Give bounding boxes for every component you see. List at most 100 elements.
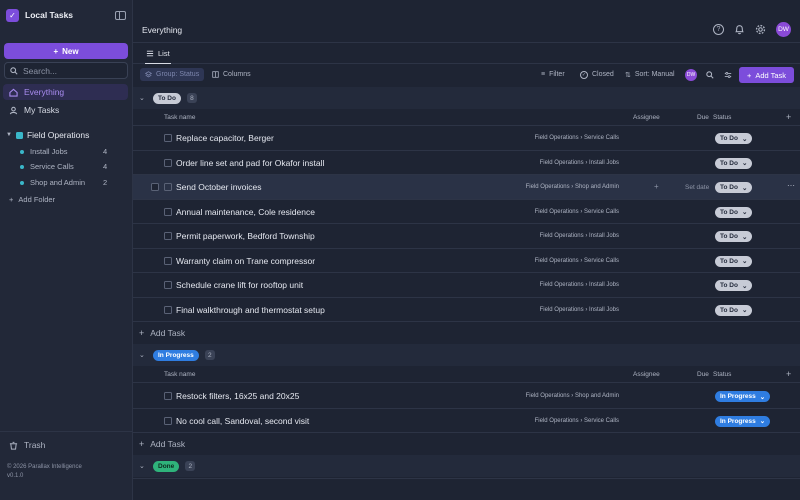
- col-status[interactable]: Status: [713, 371, 731, 378]
- add-assignee-icon[interactable]: +: [654, 182, 659, 191]
- table-row[interactable]: Final walkthrough and thermostat setup F…: [133, 298, 800, 322]
- status-badge[interactable]: To Do ⌄: [715, 231, 753, 242]
- plus-icon: +: [9, 195, 14, 204]
- table-row[interactable]: Order line set and pad for Okafor instal…: [133, 151, 800, 175]
- sidebar-list-install-jobs[interactable]: Install Jobs 4: [20, 147, 108, 156]
- col-status[interactable]: Status: [713, 114, 731, 121]
- row-select-checkbox[interactable]: [151, 183, 159, 191]
- task-checkbox[interactable]: [164, 134, 172, 142]
- col-task-name[interactable]: Task name: [164, 114, 195, 121]
- table-row[interactable]: Send October invoices Field Operations ›…: [133, 175, 800, 200]
- task-name[interactable]: Schedule crane lift for rooftop unit: [176, 280, 303, 290]
- table-row[interactable]: Warranty claim on Trane compressor Field…: [133, 249, 800, 273]
- task-name[interactable]: Final walkthrough and thermostat setup: [176, 305, 325, 315]
- task-name[interactable]: Warranty claim on Trane compressor: [176, 256, 315, 266]
- col-assignee[interactable]: Assignee: [633, 114, 660, 121]
- search-icon[interactable]: [706, 71, 714, 79]
- task-checkbox[interactable]: [164, 416, 172, 425]
- group-by-button[interactable]: Group: Status: [140, 68, 205, 81]
- task-checkbox[interactable]: [164, 256, 172, 265]
- columns-button[interactable]: Columns: [212, 68, 251, 81]
- assignee-filter-avatar[interactable]: DW: [685, 69, 697, 81]
- task-path: Field Operations › Install Jobs: [539, 282, 619, 288]
- bell-icon[interactable]: [734, 24, 745, 35]
- sidebar-list-shop-and-admin[interactable]: Shop and Admin 2: [20, 178, 108, 187]
- status-badge[interactable]: In Progress ⌄: [715, 415, 771, 427]
- closed-toggle[interactable]: ✓ Closed: [580, 68, 614, 81]
- task-name[interactable]: Annual maintenance, Cole residence: [176, 207, 315, 217]
- col-due[interactable]: Due: [697, 114, 709, 121]
- task-name[interactable]: Order line set and pad for Okafor instal…: [176, 158, 324, 168]
- more-options-icon[interactable]: ⋯: [787, 181, 795, 190]
- task-checkbox[interactable]: [164, 183, 172, 191]
- task-checkbox[interactable]: [164, 305, 172, 314]
- status-badge[interactable]: To Do ⌄: [715, 133, 753, 144]
- group-header-todo[interactable]: ⌄ To Do 8: [133, 87, 800, 109]
- collapse-sidebar-icon[interactable]: [115, 10, 126, 20]
- status-badge[interactable]: In Progress ⌄: [715, 391, 771, 402]
- table-row[interactable]: Permit paperwork, Bedford Township Field…: [133, 224, 800, 249]
- status-badge[interactable]: To Do ⌄: [715, 206, 753, 218]
- group-header-in-progress[interactable]: ⌄ In Progress 2: [133, 344, 800, 366]
- add-task-row-todo[interactable]: + Add Task: [133, 321, 800, 345]
- filter-button[interactable]: ≡ Filter: [541, 68, 565, 81]
- avatar[interactable]: DW: [776, 22, 791, 37]
- table-row[interactable]: Replace capacitor, Berger Field Operatio…: [133, 126, 800, 151]
- search-input[interactable]: Search...: [4, 62, 128, 79]
- app-logo-icon: ✓: [6, 8, 19, 22]
- table-row[interactable]: Restock filters, 16x25 and 20x25 Field O…: [133, 384, 800, 409]
- sidebar-list-service-calls[interactable]: Service Calls 4: [20, 162, 108, 171]
- status-badge[interactable]: To Do ⌄: [715, 255, 753, 267]
- plus-icon: +: [139, 439, 145, 449]
- add-column-icon[interactable]: +: [786, 369, 791, 379]
- task-checkbox[interactable]: [164, 392, 172, 400]
- toolbar: Group: Status Columns ≡ Filter ✓ Closed …: [133, 65, 800, 85]
- table-row[interactable]: Annual maintenance, Cole residence Field…: [133, 200, 800, 224]
- add-folder-button[interactable]: + Add Folder: [9, 195, 55, 204]
- add-task-row-in-progress[interactable]: + Add Task: [133, 432, 800, 456]
- add-task-button[interactable]: + Add Task: [739, 67, 794, 83]
- nav-item-everything[interactable]: Everything: [3, 84, 128, 100]
- task-checkbox[interactable]: [164, 207, 172, 216]
- add-column-icon[interactable]: +: [786, 112, 791, 122]
- trash-icon: [9, 441, 18, 450]
- header-actions: ? DW: [713, 22, 791, 37]
- help-icon[interactable]: ?: [713, 24, 724, 35]
- space-field-operations[interactable]: ▼ Field Operations: [6, 130, 89, 140]
- trash-button[interactable]: Trash: [9, 440, 45, 450]
- group-header-done[interactable]: ⌄ Done 2: [133, 455, 800, 477]
- nav-item-my-tasks[interactable]: My Tasks: [3, 102, 128, 118]
- col-due[interactable]: Due: [697, 371, 709, 378]
- task-checkbox[interactable]: [164, 158, 172, 167]
- task-name[interactable]: Send October invoices: [176, 182, 262, 192]
- gear-icon[interactable]: [755, 24, 766, 35]
- chevron-down-icon: ⌄: [759, 393, 766, 401]
- layers-icon: [145, 71, 152, 78]
- task-checkbox[interactable]: [164, 281, 172, 289]
- table-row[interactable]: No cool call, Sandoval, second visit Fie…: [133, 409, 800, 433]
- table-row[interactable]: Schedule crane lift for rooftop unit Fie…: [133, 273, 800, 298]
- col-task-name[interactable]: Task name: [164, 371, 195, 378]
- col-assignee[interactable]: Assignee: [633, 371, 660, 378]
- page-title: Everything: [142, 25, 183, 35]
- status-label: In Progress: [720, 393, 756, 400]
- tab-list[interactable]: List: [145, 44, 171, 64]
- sliders-icon[interactable]: [724, 71, 732, 79]
- sort-button[interactable]: ⇅ Sort: Manual: [625, 68, 675, 81]
- status-badge[interactable]: To Do ⌄: [715, 182, 753, 193]
- group-status-pill: Done: [153, 460, 180, 472]
- status-badge[interactable]: To Do ⌄: [715, 280, 753, 291]
- new-button[interactable]: + New: [4, 43, 128, 59]
- status-label: In Progress: [720, 417, 756, 425]
- status-badge[interactable]: To Do ⌄: [715, 304, 753, 316]
- set-date-button[interactable]: Set date: [685, 184, 709, 191]
- status-badge[interactable]: To Do ⌄: [715, 157, 753, 169]
- task-checkbox[interactable]: [164, 232, 172, 240]
- task-name[interactable]: Restock filters, 16x25 and 20x25: [176, 391, 299, 401]
- task-name[interactable]: Replace capacitor, Berger: [176, 133, 274, 143]
- list-dot-icon: [20, 164, 24, 169]
- task-name[interactable]: Permit paperwork, Bedford Township: [176, 231, 315, 241]
- list-icon: [146, 50, 154, 57]
- task-name[interactable]: No cool call, Sandoval, second visit: [176, 416, 309, 426]
- list-label: Service Calls: [30, 162, 74, 171]
